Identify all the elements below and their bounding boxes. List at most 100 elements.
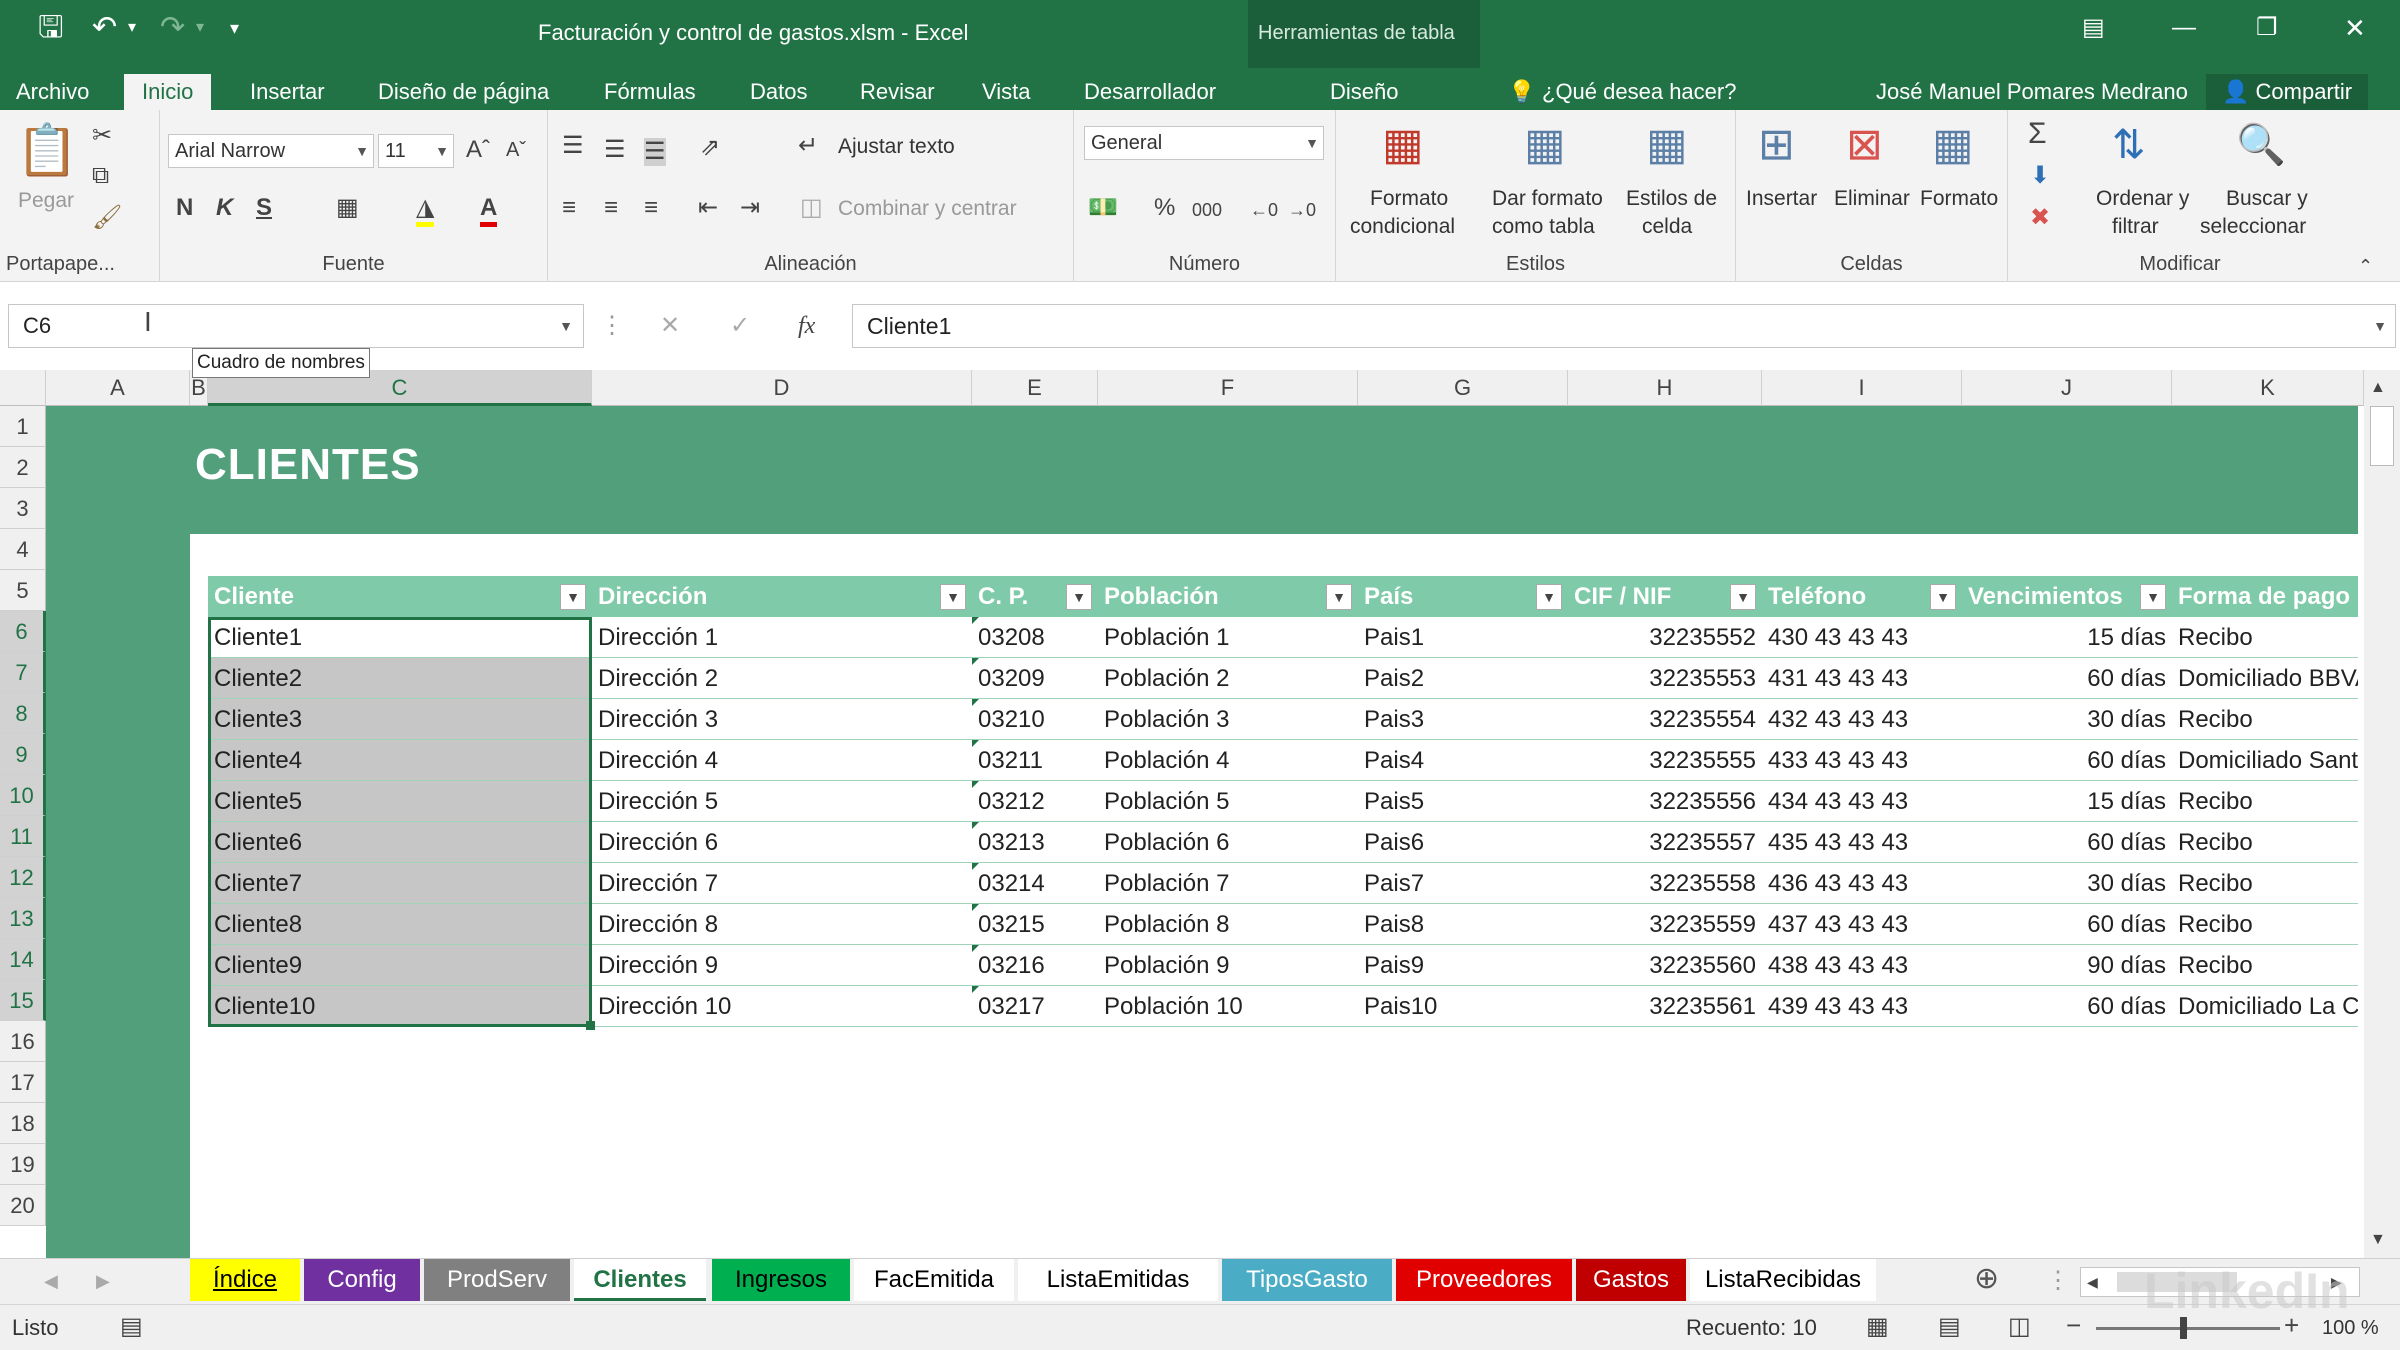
number-format-combo[interactable]: General ▼ <box>1084 126 1324 160</box>
increase-font-icon[interactable]: Aˆ <box>466 136 490 164</box>
table-cell[interactable]: Recibo <box>2172 863 2358 904</box>
error-indicator-icon[interactable] <box>972 699 979 706</box>
table-cell[interactable]: Cliente2 <box>208 658 592 699</box>
table-cell[interactable]: Pais9 <box>1358 945 1568 986</box>
tab-formulas[interactable]: Fórmulas <box>604 74 696 110</box>
table-cell[interactable]: Dirección 4 <box>592 740 972 781</box>
align-middle-icon[interactable]: ☰ <box>604 136 626 164</box>
format-as-table-l2[interactable]: como tabla <box>1492 214 1595 240</box>
table-cell[interactable]: 32235557 <box>1568 822 1762 863</box>
decrease-indent-icon[interactable]: ⇤ <box>698 194 718 222</box>
table-cell[interactable]: 32235554 <box>1568 699 1762 740</box>
error-indicator-icon[interactable] <box>972 617 979 624</box>
decrease-font-icon[interactable]: Aˇ <box>506 136 526 164</box>
underline-button[interactable]: S <box>256 194 272 222</box>
table-cell[interactable]: 30 días <box>1962 863 2172 904</box>
table-cell[interactable]: Domiciliado BBVA <box>2172 658 2358 699</box>
table-cell[interactable]: Recibo <box>2172 945 2358 986</box>
error-indicator-icon[interactable] <box>972 781 979 788</box>
row-header[interactable]: 9 <box>0 734 46 775</box>
error-indicator-icon[interactable] <box>972 904 979 911</box>
delete-cells-icon[interactable]: ⊠ <box>1846 120 1883 170</box>
table-cell[interactable]: 431 43 43 43 <box>1762 658 1962 699</box>
table-header-cell[interactable]: CIF / NIF ▼ <box>1568 576 1762 617</box>
table-cell[interactable]: 32235561 <box>1568 986 1762 1027</box>
orientation-icon[interactable]: ⇗ <box>700 134 720 162</box>
row-header[interactable]: 3 <box>0 488 46 529</box>
autosum-icon[interactable]: Σ <box>2028 119 2047 149</box>
table-cell[interactable]: Cliente1 <box>208 617 592 658</box>
sheet-tab[interactable]: Proveedores <box>1396 1259 1572 1301</box>
row-header[interactable]: 11 <box>0 816 46 857</box>
decrease-decimal-icon[interactable]: →0 <box>1288 196 1316 224</box>
table-cell[interactable]: 60 días <box>1962 986 2172 1027</box>
table-cell[interactable]: 432 43 43 43 <box>1762 699 1962 740</box>
table-header-cell[interactable]: Vencimientos ▼ <box>1962 576 2172 617</box>
table-cell[interactable]: Pais4 <box>1358 740 1568 781</box>
table-cell[interactable]: Dirección 3 <box>592 699 972 740</box>
zoom-slider-thumb[interactable] <box>2180 1317 2187 1339</box>
table-cell[interactable]: Dirección 2 <box>592 658 972 699</box>
tell-me-search[interactable]: ¿Qué desea hacer? <box>1542 74 1736 110</box>
filter-dropdown-icon[interactable]: ▼ <box>1730 584 1756 610</box>
table-cell[interactable]: 32235558 <box>1568 863 1762 904</box>
table-cell[interactable]: Pais1 <box>1358 617 1568 658</box>
table-cell[interactable]: 60 días <box>1962 740 2172 781</box>
cut-icon[interactable]: ✂ <box>92 122 112 150</box>
sheet-tab[interactable]: ProdServ <box>424 1259 570 1301</box>
bold-button[interactable]: N <box>176 194 193 222</box>
ribbon-display-options-icon[interactable]: ▤ <box>2082 12 2105 44</box>
table-cell[interactable]: 436 43 43 43 <box>1762 863 1962 904</box>
increase-indent-icon[interactable]: ⇥ <box>740 194 760 222</box>
table-header-cell[interactable]: Forma de pago <box>2172 576 2358 617</box>
table-cell[interactable]: Pais10 <box>1358 986 1568 1027</box>
column-header-i[interactable]: I <box>1762 370 1962 406</box>
column-header-d[interactable]: D <box>592 370 972 406</box>
italic-button[interactable]: K <box>216 194 233 222</box>
sheet-tab[interactable]: ListaEmitidas <box>1018 1259 1218 1301</box>
table-cell[interactable]: 03210 <box>972 699 1098 740</box>
scroll-down-icon[interactable]: ▼ <box>2370 1226 2386 1254</box>
row-header[interactable]: 2 <box>0 447 46 488</box>
row-header[interactable]: 5 <box>0 570 46 611</box>
tab-datos[interactable]: Datos <box>750 74 807 110</box>
table-cell[interactable]: Dirección 6 <box>592 822 972 863</box>
table-cell[interactable]: Dirección 7 <box>592 863 972 904</box>
insert-function-button[interactable]: fx <box>798 312 815 340</box>
share-button[interactable]: 👤 Compartir <box>2206 74 2369 110</box>
fill-handle[interactable] <box>586 1021 595 1030</box>
collapse-ribbon-icon[interactable]: ⌃ <box>2358 252 2373 280</box>
tab-desarrollador[interactable]: Desarrollador <box>1084 74 1216 110</box>
table-cell[interactable]: 60 días <box>1962 822 2172 863</box>
new-sheet-icon[interactable]: ⊕ <box>1974 1264 1999 1294</box>
column-header-j[interactable]: J <box>1962 370 2172 406</box>
zoom-slider[interactable] <box>2096 1327 2280 1330</box>
column-header-h[interactable]: H <box>1568 370 1762 406</box>
table-cell[interactable]: 435 43 43 43 <box>1762 822 1962 863</box>
table-cell[interactable]: Población 8 <box>1098 904 1358 945</box>
select-all-corner[interactable] <box>0 370 46 406</box>
tab-archivo[interactable]: Archivo <box>16 74 89 110</box>
table-cell[interactable]: Recibo <box>2172 822 2358 863</box>
column-header-f[interactable]: F <box>1098 370 1358 406</box>
filter-dropdown-icon[interactable]: ▼ <box>940 584 966 610</box>
table-cell[interactable]: 03209 <box>972 658 1098 699</box>
table-cell[interactable]: 438 43 43 43 <box>1762 945 1962 986</box>
table-cell[interactable]: 434 43 43 43 <box>1762 781 1962 822</box>
filter-dropdown-icon[interactable]: ▼ <box>560 584 586 610</box>
macro-record-icon[interactable]: ▤ <box>120 1313 143 1341</box>
sheet-tab[interactable]: TiposGasto <box>1222 1259 1392 1301</box>
table-cell[interactable]: Cliente3 <box>208 699 592 740</box>
thousands-button[interactable]: 000 <box>1192 196 1222 224</box>
row-header[interactable]: 16 <box>0 1021 46 1062</box>
table-cell[interactable]: Recibo <box>2172 699 2358 740</box>
conditional-format-l1[interactable]: Formato <box>1370 186 1448 212</box>
table-cell[interactable]: 03215 <box>972 904 1098 945</box>
table-cell[interactable]: Pais8 <box>1358 904 1568 945</box>
row-header[interactable]: 4 <box>0 529 46 570</box>
table-cell[interactable]: Cliente8 <box>208 904 592 945</box>
user-name[interactable]: José Manuel Pomares Medrano <box>1876 74 2188 110</box>
row-header[interactable]: 17 <box>0 1062 46 1103</box>
table-cell[interactable]: Pais5 <box>1358 781 1568 822</box>
table-cell[interactable]: Cliente7 <box>208 863 592 904</box>
